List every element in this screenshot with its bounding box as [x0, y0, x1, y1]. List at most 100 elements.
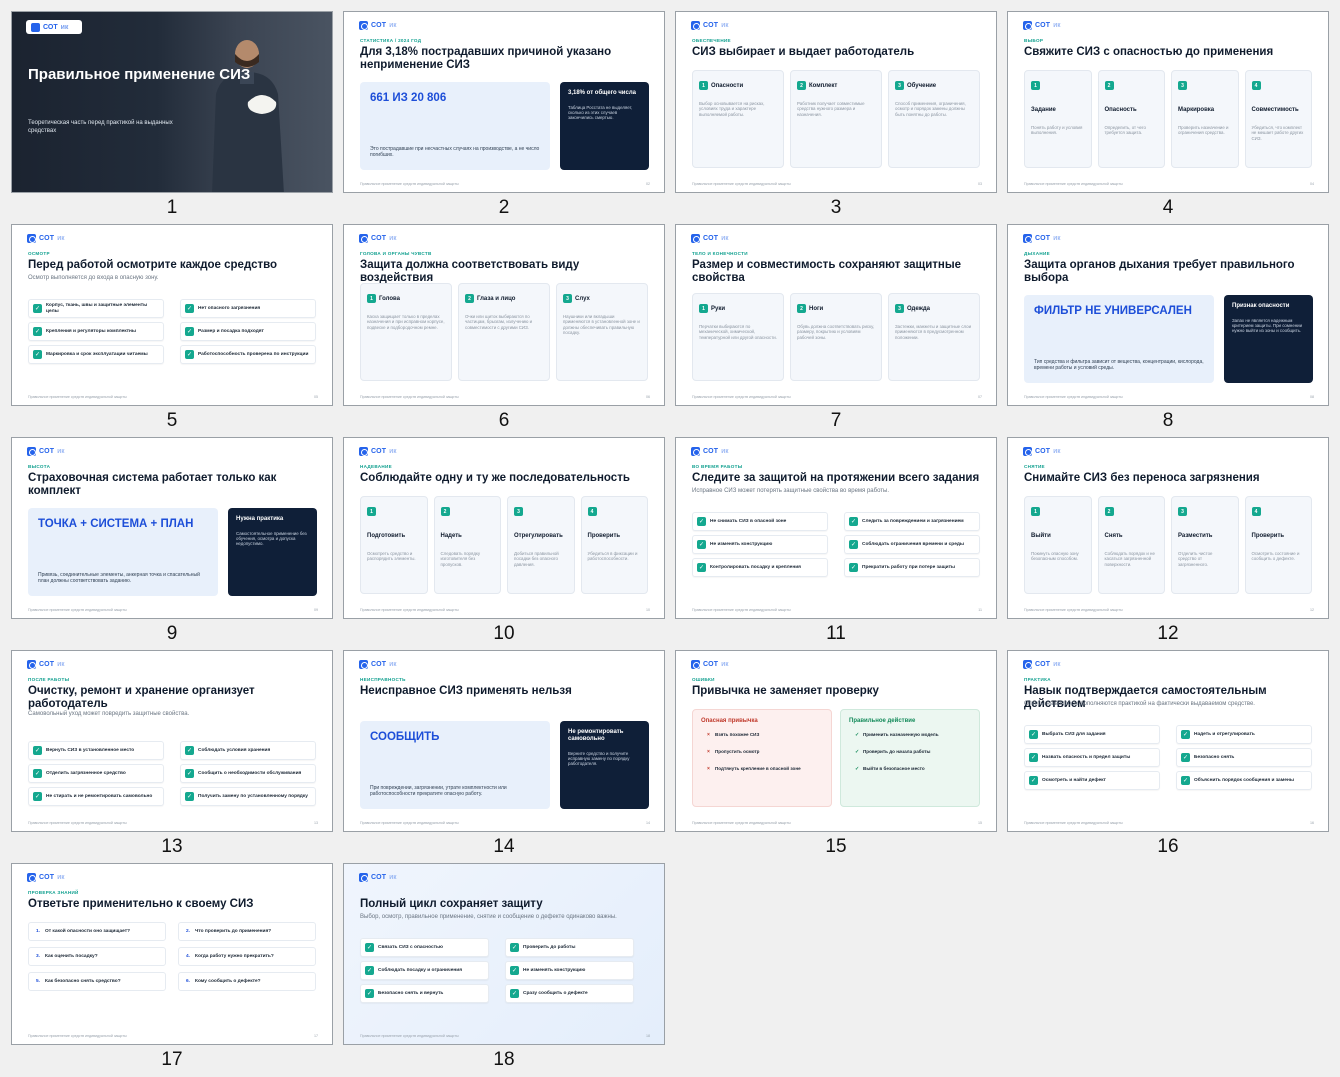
slide-preview[interactable]: СОТ ик ПРАКТИКА Навык подтверждается самост… [1007, 650, 1329, 832]
slide-thumbnail[interactable]: СОТ ик НЕИСПРАВНОСТЬ Неисправное СИЗ примен… [343, 650, 665, 859]
logo: СОТ ик [1023, 447, 1061, 456]
slide-preview[interactable]: СОТ ик ВЫСОТА Страховочная система работает… [11, 437, 333, 619]
checklist-item: ✓ Надеть и отрегулировать [1176, 725, 1312, 744]
check-icon: ✓ [697, 517, 706, 526]
logo-suffix: ик [60, 23, 69, 31]
slide-thumbnail[interactable]: СОТ ик ПОСЛЕ РАБОТЫ Очистку, ремонт и хране… [11, 650, 333, 859]
card-description: Очки или щиток выбираются по частицам, б… [465, 314, 533, 330]
check-icon: ✓ [185, 327, 194, 337]
checklist-item: ✓ Объяснить порядок сообщения и замены [1176, 771, 1312, 790]
checklist-text: Соблюдать ограничения времени и среды [862, 541, 965, 547]
slide-thumbnail[interactable]: СОТ ик СНЯТИЕ Снимайте СИЗ без переноса заг… [1007, 437, 1329, 646]
slide-thumbnail[interactable]: СОТ ик ДЫХАНИЕ Защита органов дыхания требу… [1007, 224, 1329, 433]
checklist-item: ✓ Нет опасного загрязнения [180, 299, 316, 319]
card-heading: Опасность [1104, 107, 1137, 113]
slide-title: Соблюдайте одну и ту же последовательнос… [360, 472, 630, 484]
highlight-value: ТОЧКА + СИСТЕМА + ПЛАН [38, 518, 194, 530]
slide-preview[interactable]: СОТ ик Полный цикл сохраняет защиту Правиль… [343, 863, 665, 1045]
logo-text: СОТ [39, 874, 55, 881]
slide-preview[interactable]: СОТ ик ОСМОТР Перед работой осмотрите каждо… [11, 224, 333, 406]
check-icon: ✓ [1029, 776, 1038, 785]
checklist-text: Соблюдать посадку и ограничения [378, 967, 463, 973]
slide-preview[interactable]: СОТ ик ДЫХАНИЕ Защита органов дыхания требу… [1007, 224, 1329, 406]
slide-thumbnail[interactable]: СОТ ик Полный цикл сохраняет защиту Правиль… [343, 863, 665, 1072]
logo-icon [27, 447, 36, 456]
slide-subtitle: Осмотр выполняется до входа в опасную зо… [28, 275, 159, 281]
checklist-text: Не изменять конструкцию [710, 541, 773, 547]
slide-footer: Правильное применение средств индивидуал… [1024, 821, 1123, 825]
correct-action-heading: Правильное действие [849, 718, 916, 724]
slide-preview[interactable]: СОТ ик НАДЕВАНИЕ Соблюдайте одну и ту же по… [343, 437, 665, 619]
cover-subtitle: Теоретическая часть перед практикой на в… [28, 120, 173, 134]
slide-title: Свяжите СИЗ с опасностью до применения [1024, 46, 1274, 58]
slide-thumbnail[interactable]: СОТ ик СТАТИСТИКА / 2024 ГОД Для 3,18% пост… [343, 11, 665, 220]
logo-text: СОТ [371, 661, 387, 668]
check-icon: ✓ [849, 540, 858, 549]
slide-thumbnail[interactable]: СОТ ик ВЫБОР Свяжите СИЗ с опасностью до пр… [1007, 11, 1329, 220]
slide-preview[interactable]: СОТ ик ПОСЛЕ РАБОТЫ Очистку, ремонт и хране… [11, 650, 333, 832]
checklist-item: ✓ Не изменять конструкцию [505, 961, 634, 980]
slide-preview[interactable]: СОТ ик ОБЕСПЕЧЕНИЕ СИЗ выбирает и выдает ра… [675, 11, 997, 193]
slide-thumbnail[interactable]: СОТ ик ГОЛОВА И ОРГАНЫ ЧУВСТВ Защита должна… [343, 224, 665, 433]
card-number-badge: 2 [1104, 81, 1114, 91]
slide-thumbnail[interactable]: СОТ ик ТЕЛО И КОНЕЧНОСТИ Размер и совместим… [675, 224, 997, 433]
card-row: 1 Подготовить Осмотреть средство и распоря… [360, 496, 648, 594]
check-icon: ✓ [1029, 730, 1038, 739]
slide-number: 15 [825, 836, 847, 857]
logo-suffix: ик [1053, 448, 1061, 455]
slide-preview[interactable]: СОТ ик ПРОВЕРКА ЗНАНИЙ Ответьте применитель… [11, 863, 333, 1045]
question-number: 1. [36, 929, 41, 934]
checklist-item: ✓ Соблюдать условия хранения [180, 741, 316, 760]
slide-kicker: ТЕЛО И КОНЕЧНОСТИ [692, 251, 748, 256]
slide-thumbnail[interactable]: СОТ ик Правильное применение СИЗ Теоретичес… [11, 11, 333, 220]
slide-preview[interactable]: СОТ ик ВЫБОР Свяжите СИЗ с опасностью до пр… [1007, 11, 1329, 193]
slide-kicker: ВЫСОТА [28, 464, 51, 469]
page-number: 15 [978, 821, 982, 825]
slide-preview[interactable]: СОТ ик НЕИСПРАВНОСТЬ Неисправное СИЗ примен… [343, 650, 665, 832]
logo-suffix: ик [721, 235, 729, 242]
slide-thumbnail[interactable]: СОТ ик ВО ВРЕМЯ РАБОТЫ Следите за защитой н… [675, 437, 997, 646]
checklist-item: ✓ Назвать опасность и предел защиты [1024, 748, 1160, 767]
highlight-description: При повреждении, загрязнении, утрате ком… [370, 785, 507, 797]
slide-footer: Правильное применение средств индивидуал… [360, 608, 459, 612]
card-heading: Совместимость [1251, 107, 1299, 113]
slide-preview[interactable]: СОТ ик ОШИБКИ Привычка не заменяет проверку… [675, 650, 997, 832]
info-card: 1 Задание Понять работу и условия выполнен… [1024, 70, 1092, 168]
checklist-item: ✓ Прекратить работу при потере защиты [844, 558, 980, 577]
slide-preview[interactable]: СОТ ик ВО ВРЕМЯ РАБОТЫ Следите за защитой н… [675, 437, 997, 619]
note-description: Верните средство и получите исправную за… [568, 751, 630, 767]
info-card: 3 Обучение Способ применения, ограничения,… [888, 70, 980, 168]
slide-preview[interactable]: СОТ ик ГОЛОВА И ОРГАНЫ ЧУВСТВ Защита должна… [343, 224, 665, 406]
slide-thumbnail[interactable]: СОТ ик ПРОВЕРКА ЗНАНИЙ Ответьте применитель… [11, 863, 333, 1072]
checklist-item: ✓ Крепления и регуляторы комплектны [28, 322, 164, 342]
check-icon: ✓ [185, 746, 194, 755]
logo-text: СОТ [39, 235, 55, 242]
info-card: 2 Опасность Определить, от чего требуется … [1097, 70, 1165, 168]
question-item: 4. Когда работу нужно прекратить? [178, 947, 316, 966]
slide-thumbnail[interactable]: СОТ ик ОСМОТР Перед работой осмотрите каждо… [11, 224, 333, 433]
highlight-panel: ФИЛЬТР НЕ УНИВЕРСАЛЕН Тип средства и филь… [1024, 295, 1214, 383]
slide-thumbnail[interactable]: СОТ ик ПРАКТИКА Навык подтверждается самост… [1007, 650, 1329, 859]
slide-thumbnail[interactable]: СОТ ик ВЫСОТА Страховочная система работает… [11, 437, 333, 646]
check-icon: ✓ [855, 749, 860, 755]
check-icon: ✓ [33, 746, 42, 755]
slide-preview[interactable]: СОТ ик ТЕЛО И КОНЕЧНОСТИ Размер и совместим… [675, 224, 997, 406]
slide-thumbnail[interactable]: СОТ ик НАДЕВАНИЕ Соблюдайте одну и ту же по… [343, 437, 665, 646]
slide-footer: Правильное применение средств индивидуал… [28, 395, 127, 399]
card-number-badge: 3 [895, 81, 904, 91]
page-number: 03 [978, 182, 982, 186]
card-description: Обувь должна соответствовать риску, разм… [797, 324, 875, 340]
slide-preview[interactable]: СОТ ик СТАТИСТИКА / 2024 ГОД Для 3,18% пост… [343, 11, 665, 193]
logo-text: СОТ [703, 22, 719, 29]
check-icon: ✓ [510, 989, 519, 998]
checklist-text: Сразу сообщить о дефекте [523, 990, 588, 996]
slide-footer: Правильное применение средств индивидуал… [360, 821, 459, 825]
note-description: Запах не является надежным критерием защ… [1232, 318, 1303, 334]
page-number: 16 [1310, 821, 1314, 825]
slide-preview[interactable]: СОТ ик СНЯТИЕ Снимайте СИЗ без переноса заг… [1007, 437, 1329, 619]
slide-preview[interactable]: СОТ ик Правильное применение СИЗ Теоретичес… [11, 11, 333, 193]
slide-thumbnail[interactable]: СОТ ик ОБЕСПЕЧЕНИЕ СИЗ выбирает и выдает ра… [675, 11, 997, 220]
check-icon: ✓ [33, 350, 42, 360]
slide-footer: Правильное применение средств индивидуал… [28, 1034, 127, 1038]
slide-thumbnail[interactable]: СОТ ик ОШИБКИ Привычка не заменяет проверку… [675, 650, 997, 859]
